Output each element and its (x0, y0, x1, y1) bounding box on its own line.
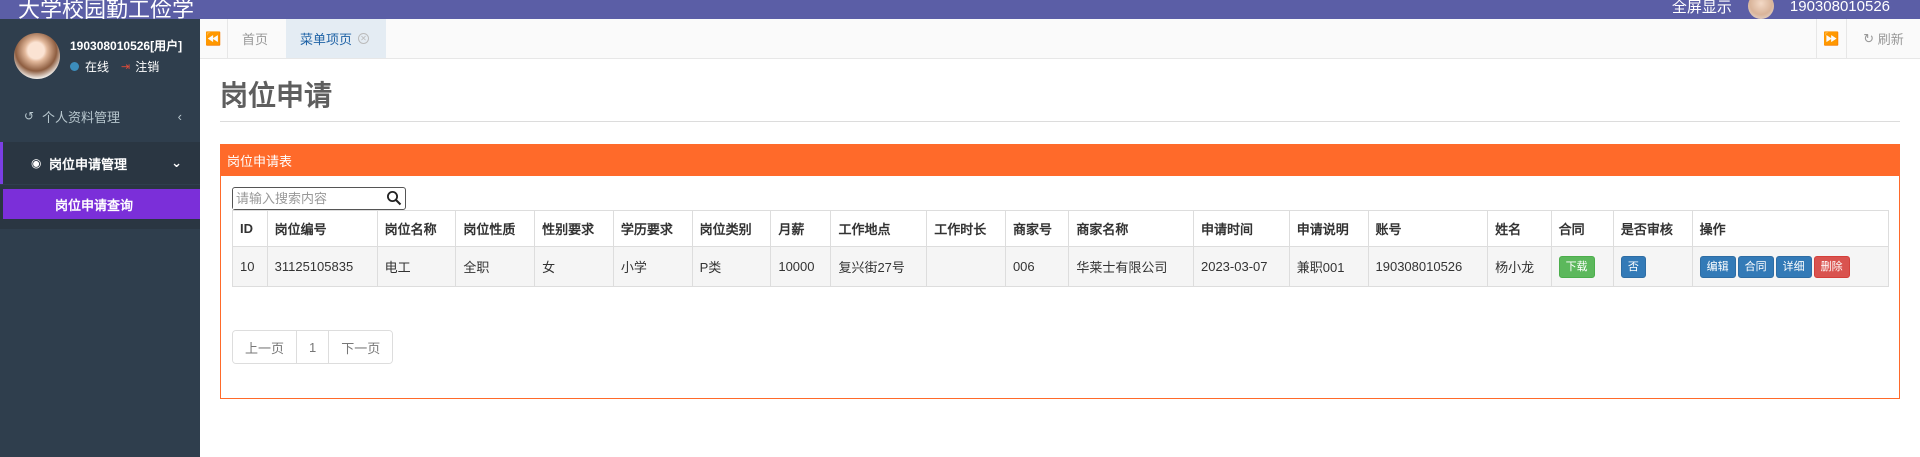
cell-education: 小学 (612, 246, 693, 287)
column-header: 姓名 (1487, 210, 1552, 247)
cell-actions: 编辑 合同 详细 删除 (1691, 246, 1890, 287)
cell-job-code: 31125105835 (266, 246, 378, 287)
close-icon[interactable]: ✕ (358, 33, 370, 44)
application-panel: 岗位申请表 ID 岗位编号 岗位名称 岗位性质 性别要求 学历要求 岗位类别 月… (220, 144, 1900, 399)
submenu-item-application-query[interactable]: 岗位申请查询 (3, 189, 200, 219)
tab-label: 菜单项页 (300, 32, 353, 47)
refresh-label: 刷新 (1877, 32, 1904, 47)
search-box (232, 187, 406, 210)
online-dot-icon (70, 62, 79, 71)
cell-merchant-name: 华莱士有限公司 (1068, 246, 1194, 287)
cell-id: 10 (232, 246, 268, 287)
cell-category: P类 (691, 246, 772, 287)
topbar-username[interactable]: 190308010526 (1790, 0, 1890, 15)
column-header: 申请时间 (1192, 210, 1290, 247)
column-header: 是否审核 (1612, 210, 1693, 247)
column-header: 岗位性质 (455, 210, 536, 247)
edit-button[interactable]: 编辑 (1699, 255, 1736, 278)
delete-button[interactable]: 删除 (1813, 255, 1850, 278)
avatar (14, 33, 60, 79)
user-status: 在线 ⇥ 注销 (70, 58, 159, 75)
column-header: 工作时长 (926, 210, 1006, 247)
page-number-button[interactable]: 1 (297, 331, 330, 363)
download-button[interactable]: 下载 (1558, 255, 1595, 278)
profile-icon: ↺ (24, 109, 35, 123)
column-header: 合同 (1550, 210, 1614, 247)
fullscreen-button[interactable]: 全屏显示 (1672, 0, 1732, 17)
audit-status-button[interactable]: 否 (1620, 255, 1646, 278)
column-header: 操作 (1691, 210, 1890, 247)
page-title: 岗位申请 (220, 80, 333, 111)
tab-home[interactable]: 首页 (228, 19, 286, 58)
cell-duration (926, 246, 1006, 287)
tabs-scroll-left-button[interactable]: ⏪ (200, 19, 228, 58)
column-header: 商家号 (1004, 210, 1070, 247)
sidebar-item-profile[interactable]: ↺ 个人资料管理 ‹ (0, 96, 200, 136)
submenu: 岗位申请查询 (0, 185, 200, 229)
column-header: 岗位名称 (376, 210, 457, 247)
refresh-button[interactable]: ↻ 刷新 (1846, 19, 1920, 58)
column-header: 申请说明 (1288, 210, 1369, 247)
search-icon[interactable] (386, 190, 402, 206)
cell-name: 杨小龙 (1487, 246, 1552, 287)
application-table: ID 岗位编号 岗位名称 岗位性质 性别要求 学历要求 岗位类别 月薪 工作地点… (232, 210, 1890, 287)
top-navbar: 大学校园勤工俭学 全屏显示 190308010526 (0, 0, 1920, 22)
column-header: 月薪 (770, 210, 832, 247)
column-header: 性别要求 (534, 210, 614, 247)
cell-audit: 否 (1612, 246, 1693, 287)
topbar-right: 全屏显示 190308010526 (1672, 0, 1890, 19)
cell-contract: 下载 (1550, 246, 1614, 287)
sidebar-item-job-application[interactable]: ◉ 岗位申请管理 ⌄ (0, 142, 200, 184)
cell-gender: 女 (534, 246, 614, 287)
title-divider (220, 121, 1900, 122)
sidebar-item-label: 个人资料管理 (42, 109, 121, 125)
detail-button[interactable]: 详细 (1775, 255, 1812, 278)
cell-job-name: 电工 (376, 246, 457, 287)
topbar-avatar[interactable] (1747, 0, 1774, 19)
column-header: 账号 (1367, 210, 1489, 247)
chevron-left-icon: ‹ (177, 108, 182, 124)
column-header: 工作地点 (830, 210, 928, 247)
online-label: 在线 (85, 60, 110, 74)
contract-button[interactable]: 合同 (1737, 255, 1774, 278)
sidebar: 190308010526[用户] 在线 ⇥ 注销 ↺ 个人资料管理 ‹ ◉ 岗位… (0, 19, 200, 457)
column-header: 岗位编号 (266, 210, 378, 247)
tab-menu-page[interactable]: 菜单项页 ✕ (286, 19, 386, 58)
user-panel: 190308010526[用户] 在线 ⇥ 注销 (0, 19, 200, 79)
search-input[interactable] (233, 188, 383, 209)
cell-account: 190308010526 (1367, 246, 1489, 287)
refresh-icon: ↻ (1863, 30, 1875, 46)
next-page-button[interactable]: 下一页 (329, 331, 393, 363)
column-header: 岗位类别 (691, 210, 772, 247)
main-content: 岗位申请 岗位申请表 ID 岗位编号 岗位名称 岗位性质 性别要求 学历要求 岗… (200, 60, 1920, 457)
cell-apply-note: 兼职001 (1288, 246, 1369, 287)
cell-apply-date: 2023-03-07 (1192, 246, 1290, 287)
cell-location: 复兴街27号 (830, 246, 928, 287)
logout-icon[interactable]: ⇥ (121, 60, 130, 73)
column-header: 学历要求 (612, 210, 693, 247)
tabs-bar: ⏪ 首页 菜单项页 ✕ ⏩ ↻ 刷新 (200, 19, 1920, 59)
table-row: 10 31125105835 电工 全职 女 小学 P类 10000 复兴街27… (232, 246, 1890, 287)
tabs-scroll-right-button[interactable]: ⏩ (1816, 19, 1846, 58)
circle-arrow-icon: ◉ (31, 156, 42, 170)
column-header: ID (232, 210, 268, 247)
table-header-row: ID 岗位编号 岗位名称 岗位性质 性别要求 学历要求 岗位类别 月薪 工作地点… (232, 210, 1890, 247)
cell-salary: 10000 (770, 246, 832, 287)
sidebar-item-label: 岗位申请管理 (49, 156, 128, 172)
chevron-down-icon: ⌄ (171, 155, 182, 170)
logout-link[interactable]: 注销 (135, 58, 159, 75)
panel-title: 岗位申请表 (221, 145, 1899, 176)
cell-job-nature: 全职 (455, 246, 536, 287)
column-header: 商家名称 (1068, 210, 1194, 247)
pagination: 上一页 1 下一页 (232, 330, 394, 364)
prev-page-button[interactable]: 上一页 (233, 331, 298, 363)
cell-merchant-id: 006 (1004, 246, 1070, 287)
user-name: 190308010526[用户] (70, 39, 183, 53)
